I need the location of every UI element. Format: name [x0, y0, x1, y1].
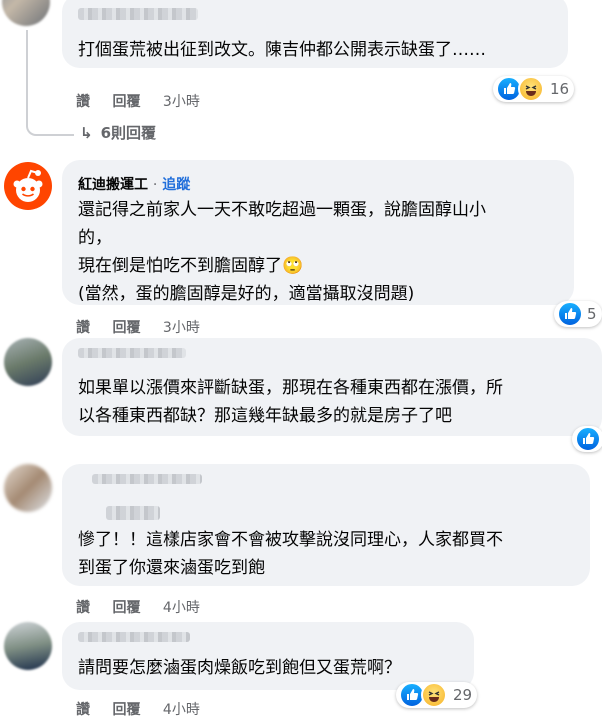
reaction-summary[interactable]: 29	[396, 682, 478, 708]
comment-2: 紅迪搬運工 · 追蹤 還記得之前家人一天不敢吃超過一顆蛋，說膽固醇山小 的， 現…	[0, 160, 602, 336]
timestamp[interactable]: 4小時	[163, 702, 200, 718]
view-replies-link[interactable]: ↳ 6則回覆	[80, 122, 156, 143]
follow-link[interactable]: 追蹤	[162, 177, 190, 193]
comment-text-line: 如果單以漲價來評斷缺蛋，那現在各種東西都在漲價，所	[78, 378, 503, 398]
comment-text-line: 請問要怎麼滷蛋肉燥飯吃到飽但又蛋荒啊？	[78, 658, 401, 678]
author-name: 紅迪搬運工 · 追蹤	[78, 174, 190, 194]
comment-text-line: 以各種東西都缺？那這幾年缺最多的就是房子了吧	[78, 406, 452, 426]
comment-actions: 讚 回覆 3小時	[76, 317, 218, 337]
avatar[interactable]	[4, 338, 52, 386]
avatar[interactable]	[2, 0, 50, 26]
reply-link[interactable]: 回覆	[112, 702, 140, 718]
reply-link[interactable]: 回覆	[112, 320, 140, 336]
timestamp[interactable]: 3小時	[163, 320, 200, 336]
like-link[interactable]: 讚	[76, 320, 90, 336]
avatar[interactable]	[4, 464, 52, 512]
comment-text-line: 的，	[78, 228, 112, 248]
reaction-summary[interactable]: 5	[554, 301, 602, 327]
author-name-blurred[interactable]	[78, 348, 186, 358]
comment-bubble: 打個蛋荒被出征到改文。陳吉仲都公開表示缺蛋了……	[62, 0, 568, 68]
comment-text-line: (當然，蛋的膽固醇是好的，適當攝取沒問題)	[78, 284, 415, 304]
timestamp[interactable]: 4小時	[163, 600, 200, 616]
like-reaction-icon	[575, 426, 601, 452]
like-reaction-icon	[557, 301, 583, 327]
comment-1: 打個蛋荒被出征到改文。陳吉仲都公開表示缺蛋了…… 16 讚 回覆 3小時 ↳ 6則…	[0, 0, 602, 150]
reply-arrow-icon: ↳	[80, 124, 93, 142]
comment-bubble: 如果單以漲價來評斷缺蛋，那現在各種東西都在漲價，所 以各種東西都缺？那這幾年缺最…	[62, 338, 602, 436]
separator-dot: ·	[152, 177, 158, 193]
haha-reaction-icon	[518, 76, 544, 102]
reddit-avatar-icon[interactable]	[4, 162, 52, 210]
comment-5: 請問要怎麼滷蛋肉燥飯吃到飽但又蛋荒啊？ 29 讚 回覆 4小時	[0, 622, 602, 718]
comment-actions: 讚 回覆 4小時	[76, 699, 218, 719]
replies-count-label: 6則回覆	[100, 124, 157, 142]
comment-4: 慘了！！這樣店家會不會被攻擊說沒同理心，人家都買不 到蛋了你還來滷蛋吃到飽 讚 …	[0, 464, 602, 617]
comment-actions: 讚 回覆 4小時	[76, 597, 218, 617]
comment-3: 如果單以漲價來評斷缺蛋，那現在各種東西都在漲價，所 以各種東西都缺？那這幾年缺最…	[0, 338, 602, 458]
comment-bubble: 紅迪搬運工 · 追蹤 還記得之前家人一天不敢吃超過一顆蛋，說膽固醇山小 的， 現…	[62, 160, 574, 305]
reply-link[interactable]: 回覆	[112, 600, 140, 616]
author-name-blurred[interactable]	[78, 632, 190, 642]
comment-text-line: 現在倒是怕吃不到膽固醇了🙄	[78, 256, 304, 276]
comment-bubble: 慘了！！這樣店家會不會被攻擊說沒同理心，人家都買不 到蛋了你還來滷蛋吃到飽	[62, 464, 590, 586]
reaction-count: 16	[550, 80, 570, 98]
like-link[interactable]: 讚	[76, 94, 90, 110]
thread-connector	[26, 30, 74, 136]
timestamp[interactable]: 3小時	[163, 94, 200, 110]
author-name-blurred[interactable]	[92, 474, 202, 484]
reaction-summary[interactable]	[572, 426, 602, 452]
author-name-blurred	[106, 506, 160, 520]
like-link[interactable]: 讚	[76, 600, 90, 616]
comment-bubble: 請問要怎麼滷蛋肉燥飯吃到飽但又蛋荒啊？	[62, 622, 474, 690]
comment-text-line: 打個蛋荒被出征到改文。陳吉仲都公開表示缺蛋了……	[78, 40, 486, 60]
reaction-count: 5	[587, 305, 597, 323]
comment-text-line: 到蛋了你還來滷蛋吃到飽	[78, 558, 265, 578]
like-link[interactable]: 讚	[76, 702, 90, 718]
comment-text-line: 還記得之前家人一天不敢吃超過一顆蛋，說膽固醇山小	[78, 200, 486, 220]
comment-actions: 讚 回覆 3小時	[76, 91, 218, 111]
haha-reaction-icon	[421, 682, 447, 708]
reaction-count: 29	[453, 686, 473, 704]
reply-link[interactable]: 回覆	[112, 94, 140, 110]
avatar[interactable]	[4, 622, 52, 670]
reaction-summary[interactable]: 16	[493, 76, 575, 102]
author-name-blurred[interactable]	[78, 8, 198, 20]
comment-text-line: 慘了！！這樣店家會不會被攻擊說沒同理心，人家都買不	[78, 530, 503, 550]
author-link[interactable]: 紅迪搬運工	[78, 177, 148, 193]
